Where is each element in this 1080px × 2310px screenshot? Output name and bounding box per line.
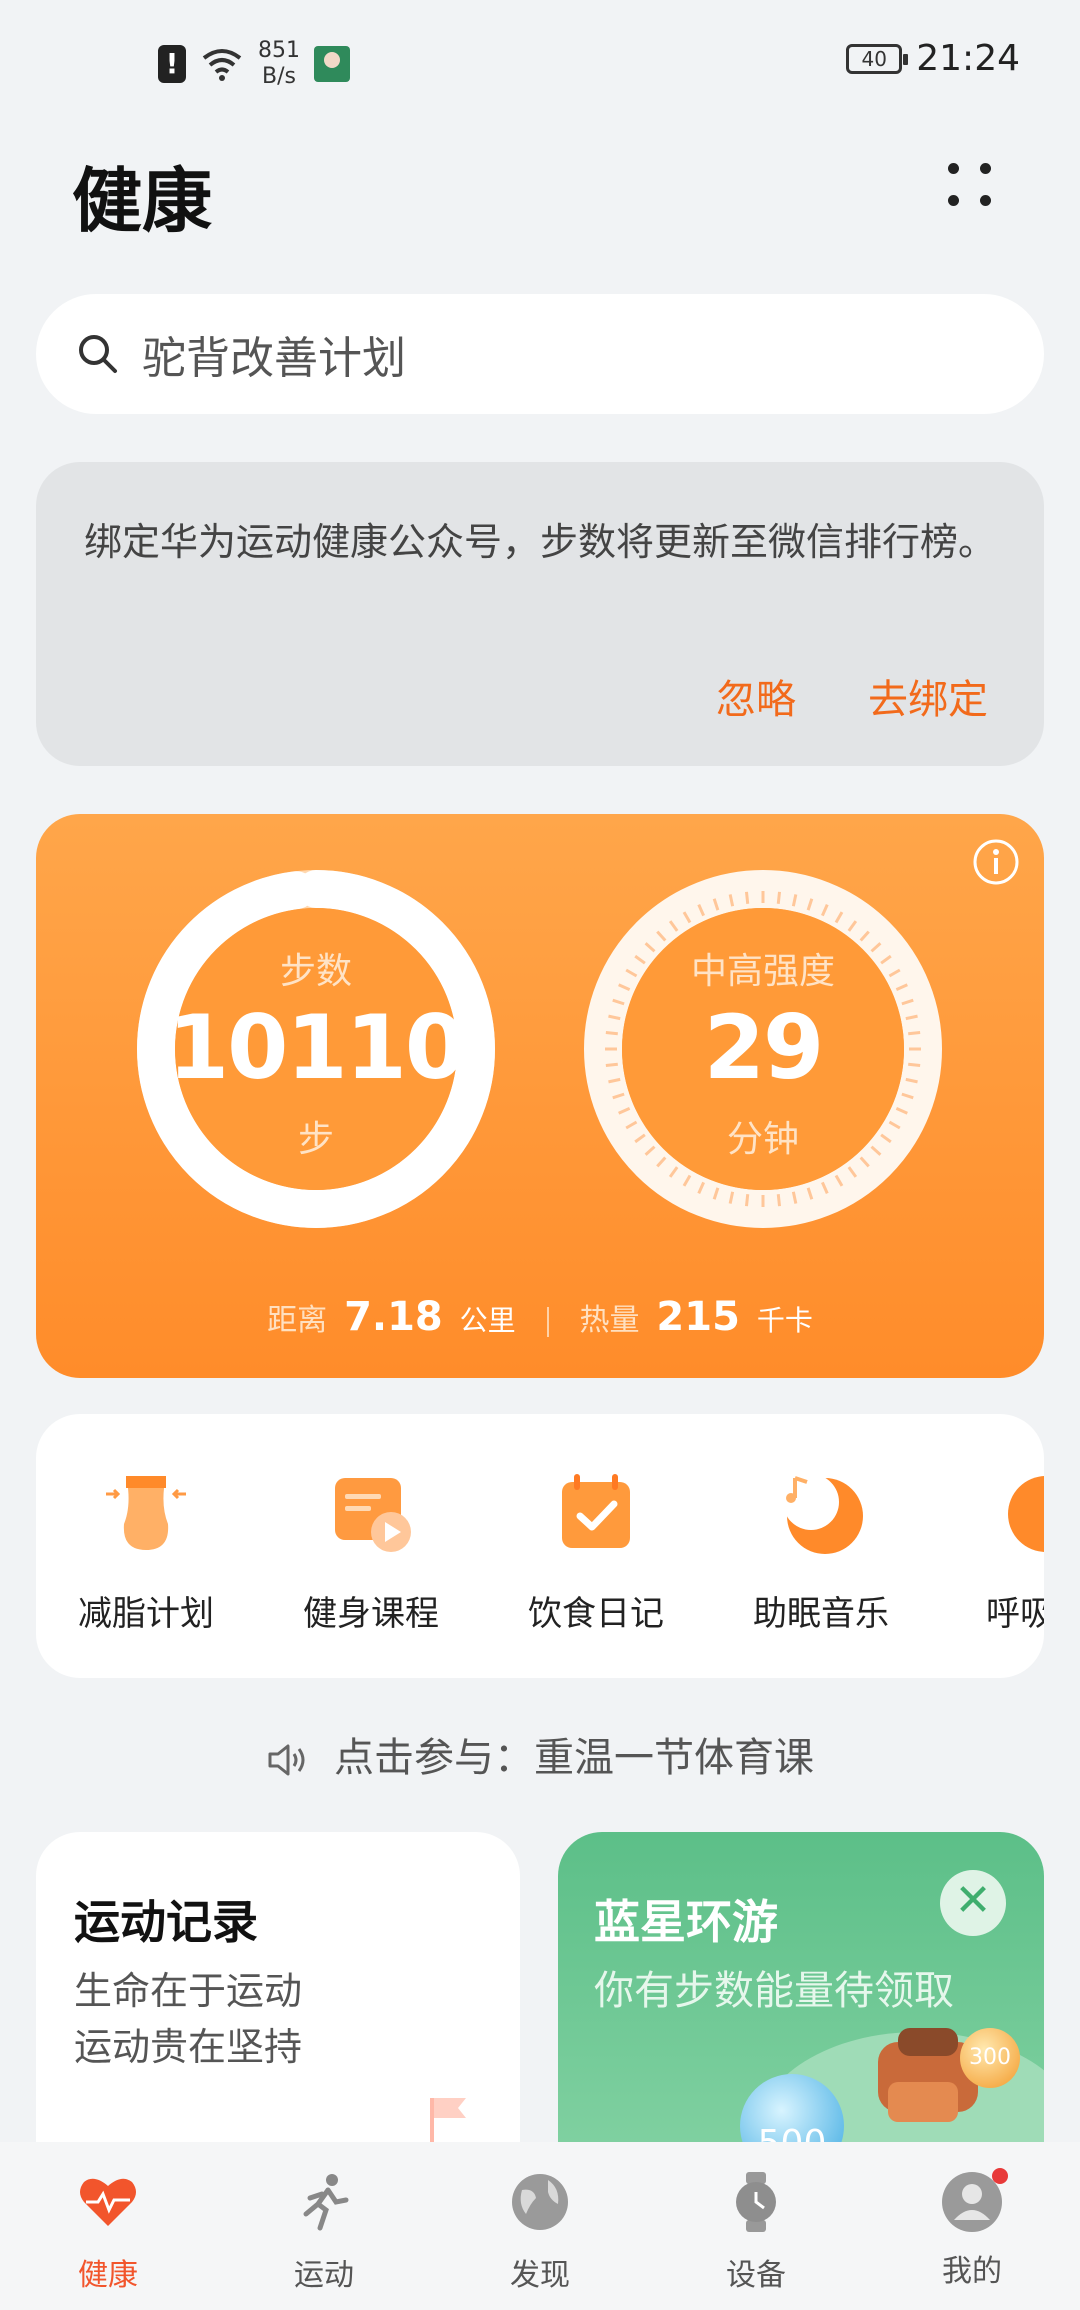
intensity-tick	[744, 1194, 750, 1207]
quick-item-sleep-music[interactable]: 助眠音乐	[711, 1414, 931, 1678]
calories-value: 215	[656, 1294, 740, 1340]
record-line-2: 运动贵在坚持	[74, 2025, 303, 2069]
notice-message: 绑定华为运动健康公众号，步数将更新至微信排行榜。	[84, 520, 997, 564]
nav-label: 我的	[942, 2254, 1002, 2289]
status-left: ! 851 B/s	[158, 38, 350, 90]
star-tour-title: 蓝星环游	[594, 1895, 778, 1949]
record-line-1: 生命在于运动	[74, 1969, 303, 2013]
more-dot-icon	[980, 163, 991, 174]
moon-music-icon	[783, 1474, 863, 1554]
more-dot-icon	[980, 195, 991, 206]
nav-label: 设备	[726, 2258, 786, 2293]
search-input[interactable]: 驼背改善计划	[36, 294, 1044, 414]
close-button[interactable]: ✕	[940, 1870, 1006, 1936]
intensity-tick	[776, 891, 782, 904]
video-course-icon	[335, 1478, 411, 1552]
notification-dot	[992, 2168, 1008, 2184]
user-icon-wrap	[940, 2168, 1008, 2234]
alert-icon: !	[158, 45, 186, 83]
intensity-unit: 分钟	[726, 1119, 799, 1160]
bind-wechat-notice: 绑定华为运动健康公众号，步数将更新至微信排行榜。 忽略 去绑定	[36, 462, 1044, 766]
ignore-button[interactable]: 忽略	[716, 667, 796, 725]
promo-banner[interactable]: 点击参与：重温一节体育课	[0, 1725, 1080, 1783]
quick-item-label: 健身课程	[303, 1594, 439, 1634]
nav-tab-health[interactable]: 健康	[0, 2170, 216, 2310]
status-bar: ! 851 B/s 40 21:24	[0, 0, 1080, 120]
status-right: 40 21:24	[846, 38, 1020, 79]
nav-tab-me[interactable]: 我的	[864, 2168, 1080, 2310]
star-tour-subtitle: 你有步数能量待领取	[594, 1968, 954, 2014]
nav-label: 发现	[510, 2258, 570, 2293]
breath-icon	[1008, 1476, 1044, 1552]
battery-icon: 40	[846, 43, 909, 74]
activity-summary-card[interactable]: 步数 10110 步 中高强度 29 分钟 距离 7.18 公里 热量 215 …	[36, 814, 1044, 1378]
calendar-check-icon	[562, 1474, 630, 1548]
record-title: 运动记录	[74, 1895, 258, 1949]
activity-metrics: 距离 7.18 公里 热量 215 千卡	[36, 1294, 1044, 1340]
flag-icon	[430, 2098, 466, 2142]
bind-button[interactable]: 去绑定	[868, 667, 988, 725]
steps-unit: 步	[297, 1119, 334, 1160]
nav-tab-devices[interactable]: 设备	[648, 2170, 864, 2310]
energy-bubble-small[interactable]: 300	[960, 2028, 1020, 2088]
calories-unit: 千卡	[756, 1304, 813, 1337]
notification-app-icon	[314, 46, 350, 82]
runner-icon	[303, 2174, 349, 2231]
distance-label: 距离	[267, 1303, 328, 1338]
nav-tab-exercise[interactable]: 运动	[216, 2170, 432, 2310]
steps-label: 步数	[279, 951, 352, 992]
page-title: 健康	[72, 160, 212, 242]
watch-icon	[736, 2172, 776, 2232]
wifi-icon	[202, 49, 242, 81]
blue-star-tour-card[interactable]: 蓝星环游 你有步数能量待领取 ✕ 500 300	[558, 1832, 1044, 2142]
quick-item-fat-loss-plan[interactable]: 减脂计划	[36, 1414, 256, 1678]
quick-item-diet-diary[interactable]: 饮食日记	[486, 1414, 706, 1678]
intensity-label: 中高强度	[690, 951, 835, 992]
nav-label: 健康	[78, 2258, 138, 2293]
intensity-tick	[744, 891, 750, 904]
intensity-value: 29	[703, 996, 824, 1099]
quick-item-label: 助眠音乐	[753, 1594, 889, 1634]
clock: 21:24	[916, 38, 1020, 79]
net-speed: 851 B/s	[258, 38, 300, 90]
globe-icon	[512, 2174, 568, 2230]
intensity-tick	[776, 1194, 782, 1207]
net-speed-value: 851	[258, 38, 300, 63]
quick-item-label: 减脂计划	[78, 1594, 214, 1634]
quick-item-label: 饮食日记	[528, 1594, 664, 1634]
distance-unit: 公里	[459, 1304, 516, 1337]
search-placeholder: 驼背改善计划	[142, 333, 406, 384]
search-icon	[79, 335, 117, 373]
more-options-button[interactable]	[940, 155, 1000, 215]
quick-item-label: 呼吸	[986, 1594, 1044, 1634]
nav-label: 运动	[294, 2258, 354, 2293]
more-dot-icon	[948, 195, 959, 206]
more-dot-icon	[948, 163, 959, 174]
exercise-record-card[interactable]: 运动记录 生命在于运动 运动贵在坚持	[36, 1832, 520, 2142]
heart-pulse-icon	[80, 2178, 136, 2226]
calories-label: 热量	[579, 1303, 640, 1338]
bottom-nav: 健康 运动 发现 设备 我的	[0, 2142, 1080, 2310]
quick-services: 减脂计划 健身课程 饮食日记 助眠音乐 呼吸	[36, 1414, 1044, 1678]
quick-item-fitness-course[interactable]: 健身课程	[261, 1414, 481, 1678]
quick-item-breathing[interactable]: 呼吸	[936, 1414, 1044, 1678]
distance-value: 7.18	[344, 1294, 443, 1340]
metrics-divider	[546, 1307, 549, 1337]
waist-icon	[106, 1476, 186, 1550]
steps-value: 10110	[167, 996, 466, 1099]
promo-text: 点击参与：重温一节体育课	[334, 1735, 814, 1781]
net-speed-unit: B/s	[262, 64, 296, 89]
nav-tab-discover[interactable]: 发现	[432, 2170, 648, 2310]
speaker-icon	[268, 1744, 305, 1776]
